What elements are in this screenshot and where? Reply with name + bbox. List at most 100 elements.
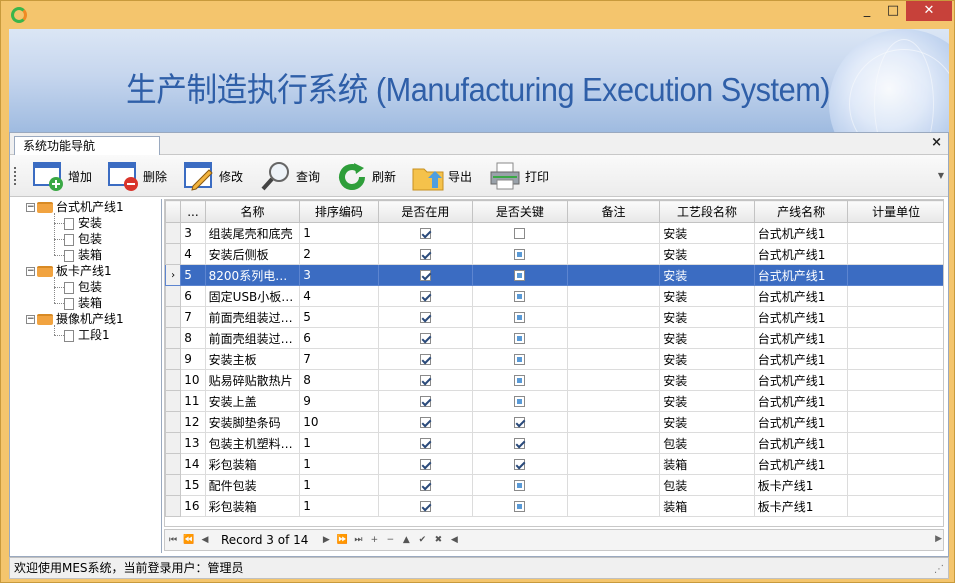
is-key-checkbox[interactable] (514, 291, 526, 302)
in-use-checkbox[interactable] (419, 228, 431, 239)
in-use-checkbox[interactable] (419, 375, 431, 386)
in-use-checkbox[interactable] (419, 291, 431, 302)
row-indicator[interactable]: › (165, 264, 182, 286)
edit-button[interactable]: 修改 (183, 160, 243, 192)
row-indicator[interactable] (165, 327, 182, 349)
tree-node-stage[interactable]: 安装 (64, 215, 102, 231)
query-button[interactable]: 查询 (260, 160, 320, 192)
row-indicator[interactable] (165, 432, 182, 454)
is-key-checkbox[interactable] (514, 417, 526, 428)
row-indicator[interactable] (165, 474, 182, 496)
edit-record-icon[interactable]: ▲ (398, 535, 414, 545)
is-key-checkbox[interactable] (514, 333, 526, 344)
stage-name-column-header[interactable]: 工艺段名称 (659, 200, 755, 223)
row-indicator[interactable] (165, 369, 182, 391)
delete-record-icon[interactable]: − (382, 535, 398, 545)
add-button[interactable]: 增加 (32, 160, 92, 192)
is-key-checkbox[interactable] (514, 375, 526, 386)
in-use-checkbox[interactable] (419, 417, 431, 428)
row-indicator[interactable] (165, 306, 182, 328)
tree-node-stage[interactable]: 装箱 (64, 247, 102, 263)
maximize-button[interactable]: □ (880, 1, 906, 21)
refresh-button[interactable]: 刷新 (336, 160, 396, 192)
in-use-checkbox[interactable] (419, 312, 431, 323)
table-row[interactable]: 13 包装主机塑料… 1 包装 台式机产线1 (165, 432, 943, 454)
insert-record-icon[interactable]: + (366, 535, 382, 545)
minimize-button[interactable]: _ (854, 1, 880, 21)
table-row[interactable]: 15 配件包装 1 包装 板卡产线1 (165, 474, 943, 496)
is-key-checkbox[interactable] (514, 459, 526, 470)
table-row[interactable]: 6 固定USB小板… 4 安装 台式机产线1 (165, 285, 943, 307)
in-use-checkbox[interactable] (419, 354, 431, 365)
table-row[interactable]: 16 彩包装箱 1 装箱 板卡产线1 (165, 495, 943, 517)
collapse-icon[interactable]: − (26, 267, 35, 276)
line-name-column-header[interactable]: 产线名称 (753, 200, 849, 223)
is-key-checkbox[interactable] (514, 438, 526, 449)
table-row[interactable]: 7 前面壳组装过… 5 安装 台式机产线1 (165, 306, 943, 328)
is-key-checkbox[interactable] (514, 480, 526, 491)
is-key-checkbox[interactable] (514, 228, 526, 239)
tree-node-line[interactable]: − 板卡产线1 (26, 263, 112, 279)
tree-node-stage[interactable]: 包装 (64, 231, 102, 247)
print-button[interactable]: 打印 (489, 160, 549, 192)
close-window-button[interactable]: ✕ (906, 1, 952, 21)
in-use-column-header[interactable]: 是否在用 (377, 200, 474, 223)
in-use-checkbox[interactable] (419, 396, 431, 407)
is-key-checkbox[interactable] (514, 312, 526, 323)
toolbar-overflow-icon[interactable]: ▼ (938, 171, 944, 180)
is-key-checkbox[interactable] (514, 354, 526, 365)
sort-code-column-header[interactable]: 排序编码 (299, 200, 379, 223)
is-key-checkbox[interactable] (514, 270, 526, 281)
in-use-checkbox[interactable] (419, 438, 431, 449)
scroll-right-icon[interactable]: ▶ (935, 534, 942, 544)
row-indicator[interactable] (165, 285, 182, 307)
resize-grip-icon[interactable]: ⋰ (934, 560, 944, 580)
row-indicator[interactable] (165, 243, 182, 265)
row-indicator[interactable] (165, 411, 182, 433)
collapse-icon[interactable]: − (26, 203, 35, 212)
horizontal-scrollbar[interactable]: ▶ (466, 534, 942, 546)
delete-button[interactable]: 删除 (107, 160, 167, 192)
toolbar-grip[interactable] (14, 167, 16, 185)
table-row[interactable]: 12 安装脚垫条码 10 安装 台式机产线1 (165, 411, 943, 433)
panel-close-icon[interactable]: × (931, 135, 942, 150)
prev-page-icon[interactable]: ⏪ (181, 535, 197, 545)
in-use-checkbox[interactable] (419, 480, 431, 491)
post-edit-icon[interactable]: ✔ (414, 535, 430, 545)
table-row[interactable]: 9 安装主板 7 安装 台式机产线1 (165, 348, 943, 370)
next-page-icon[interactable]: ⏩ (334, 535, 350, 545)
in-use-checkbox[interactable] (419, 249, 431, 260)
table-row[interactable]: 8 前面壳组装过… 6 安装 台式机产线1 (165, 327, 943, 349)
tree-node-line[interactable]: − 台式机产线1 (26, 199, 124, 215)
first-record-icon[interactable]: ⏮ (165, 535, 181, 545)
row-indicator[interactable] (165, 495, 182, 517)
tree-node-stage[interactable]: 包装 (64, 279, 102, 295)
table-row[interactable]: 3 组装尾壳和底壳 1 安装 台式机产线1 (165, 222, 943, 244)
last-record-icon[interactable]: ⏭ (350, 535, 366, 545)
tab-system-navigation[interactable]: 系统功能导航 (14, 136, 160, 155)
is-key-checkbox[interactable] (514, 396, 526, 407)
tree-node-stage[interactable]: 工段1 (64, 327, 110, 343)
scroll-left-icon[interactable]: ◀ (446, 535, 462, 545)
note-column-header[interactable]: 备注 (566, 200, 661, 223)
table-row[interactable]: › 5 8200系列电… 3 安装 台式机产线1 (165, 264, 943, 286)
in-use-checkbox[interactable] (419, 501, 431, 512)
in-use-checkbox[interactable] (419, 333, 431, 344)
export-button[interactable]: 导出 (412, 160, 472, 192)
collapse-icon[interactable]: − (26, 315, 35, 324)
in-use-checkbox[interactable] (419, 270, 431, 281)
row-indicator[interactable] (165, 390, 182, 412)
row-indicator[interactable] (165, 348, 182, 370)
in-use-checkbox[interactable] (419, 459, 431, 470)
is-key-checkbox[interactable] (514, 501, 526, 512)
table-row[interactable]: 10 贴易碎贴散热片 8 安装 台式机产线1 (165, 369, 943, 391)
row-indicator[interactable] (165, 222, 182, 244)
is-key-column-header[interactable]: 是否关键 (472, 200, 568, 223)
name-column-header[interactable]: 名称 (204, 200, 301, 223)
prev-record-icon[interactable]: ◀ (197, 535, 213, 545)
is-key-checkbox[interactable] (514, 249, 526, 260)
table-row[interactable]: 14 彩包装箱 1 装箱 台式机产线1 (165, 453, 943, 475)
next-record-icon[interactable]: ▶ (318, 535, 334, 545)
more-columns-header[interactable]: ... (180, 200, 206, 223)
table-row[interactable]: 4 安装后侧板 2 安装 台式机产线1 (165, 243, 943, 265)
